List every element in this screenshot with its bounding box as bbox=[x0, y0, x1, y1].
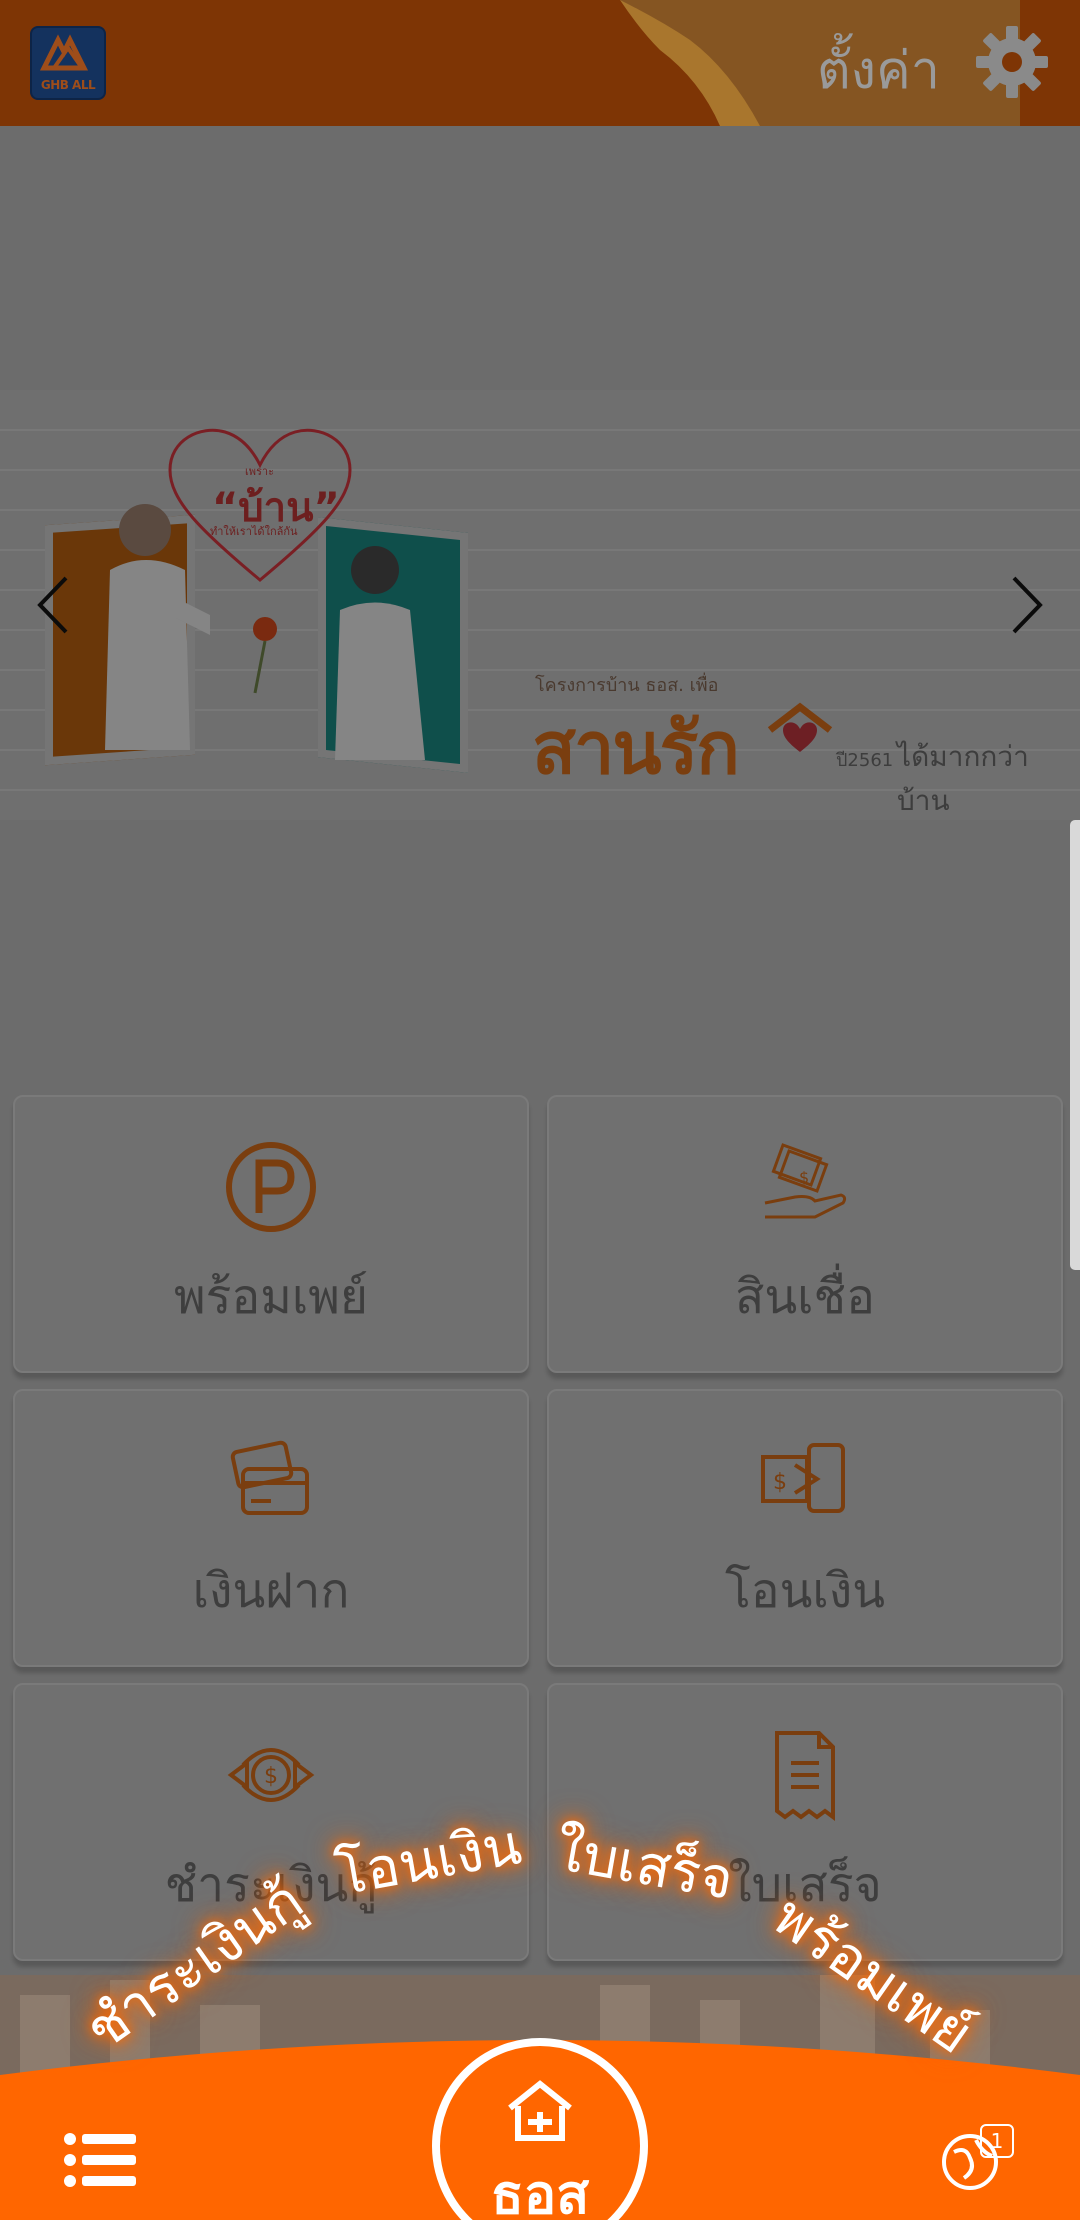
tile-transfer[interactable]: $ โอนเงิน bbox=[547, 1389, 1063, 1667]
transfer-icon: $ bbox=[761, 1443, 845, 1513]
list-menu-icon[interactable] bbox=[60, 2125, 140, 2195]
svg-text:$: $ bbox=[773, 1470, 787, 1495]
loan-icon: $ bbox=[764, 1143, 847, 1219]
chevron-left-icon[interactable] bbox=[30, 570, 80, 640]
tile-promptpay[interactable]: พร้อมเพย์ bbox=[13, 1095, 529, 1373]
year-text: ปี2561 bbox=[836, 750, 894, 771]
logo-text: GHB ALL bbox=[40, 78, 96, 92]
chevron-right-icon[interactable] bbox=[1000, 570, 1050, 640]
promptpay-icon bbox=[226, 1142, 316, 1232]
receipt-icon bbox=[775, 1731, 835, 1821]
house-heart-icon bbox=[767, 702, 833, 752]
loan-payment-icon: $ bbox=[227, 1748, 315, 1802]
house-logo-icon bbox=[508, 2080, 572, 2141]
scrollbar[interactable] bbox=[1070, 820, 1080, 1270]
heart-sub-text: ทำให้เราได้ใกล้กัน bbox=[210, 525, 298, 538]
settings-label[interactable]: ตั้งค่า bbox=[817, 28, 940, 111]
notification-badge: 1 bbox=[980, 2124, 1014, 2158]
promo-banner[interactable]: เพราะ “บ้าน” ทำให้เราได้ใกล้กัน โครงการบ… bbox=[0, 390, 1080, 820]
svg-text:$: $ bbox=[799, 1168, 809, 1187]
tile-label: โอนเงิน bbox=[724, 1563, 886, 1619]
tile-label: เงินฝาก bbox=[192, 1563, 350, 1619]
tile-label: สินเชื่อ bbox=[735, 1269, 875, 1325]
brand-title: สานรัก bbox=[532, 706, 740, 790]
rose-icon bbox=[253, 617, 277, 694]
deposit-icon bbox=[230, 1440, 309, 1515]
app-header: GHB ALL ตั้งค่า bbox=[0, 0, 1080, 126]
center-button-label: ธอส bbox=[490, 2163, 590, 2220]
tagline-text: ได้มากกว่าบ้าน bbox=[897, 740, 1029, 817]
ghb-logo: GHB ALL bbox=[30, 26, 106, 100]
tile-deposit[interactable]: เงินฝาก bbox=[13, 1389, 529, 1667]
tile-loan[interactable]: $ สินเชื่อ bbox=[547, 1095, 1063, 1373]
gear-icon[interactable] bbox=[972, 22, 1052, 102]
tile-label: พร้อมเพย์ bbox=[173, 1269, 369, 1325]
svg-text:$: $ bbox=[264, 1764, 278, 1789]
